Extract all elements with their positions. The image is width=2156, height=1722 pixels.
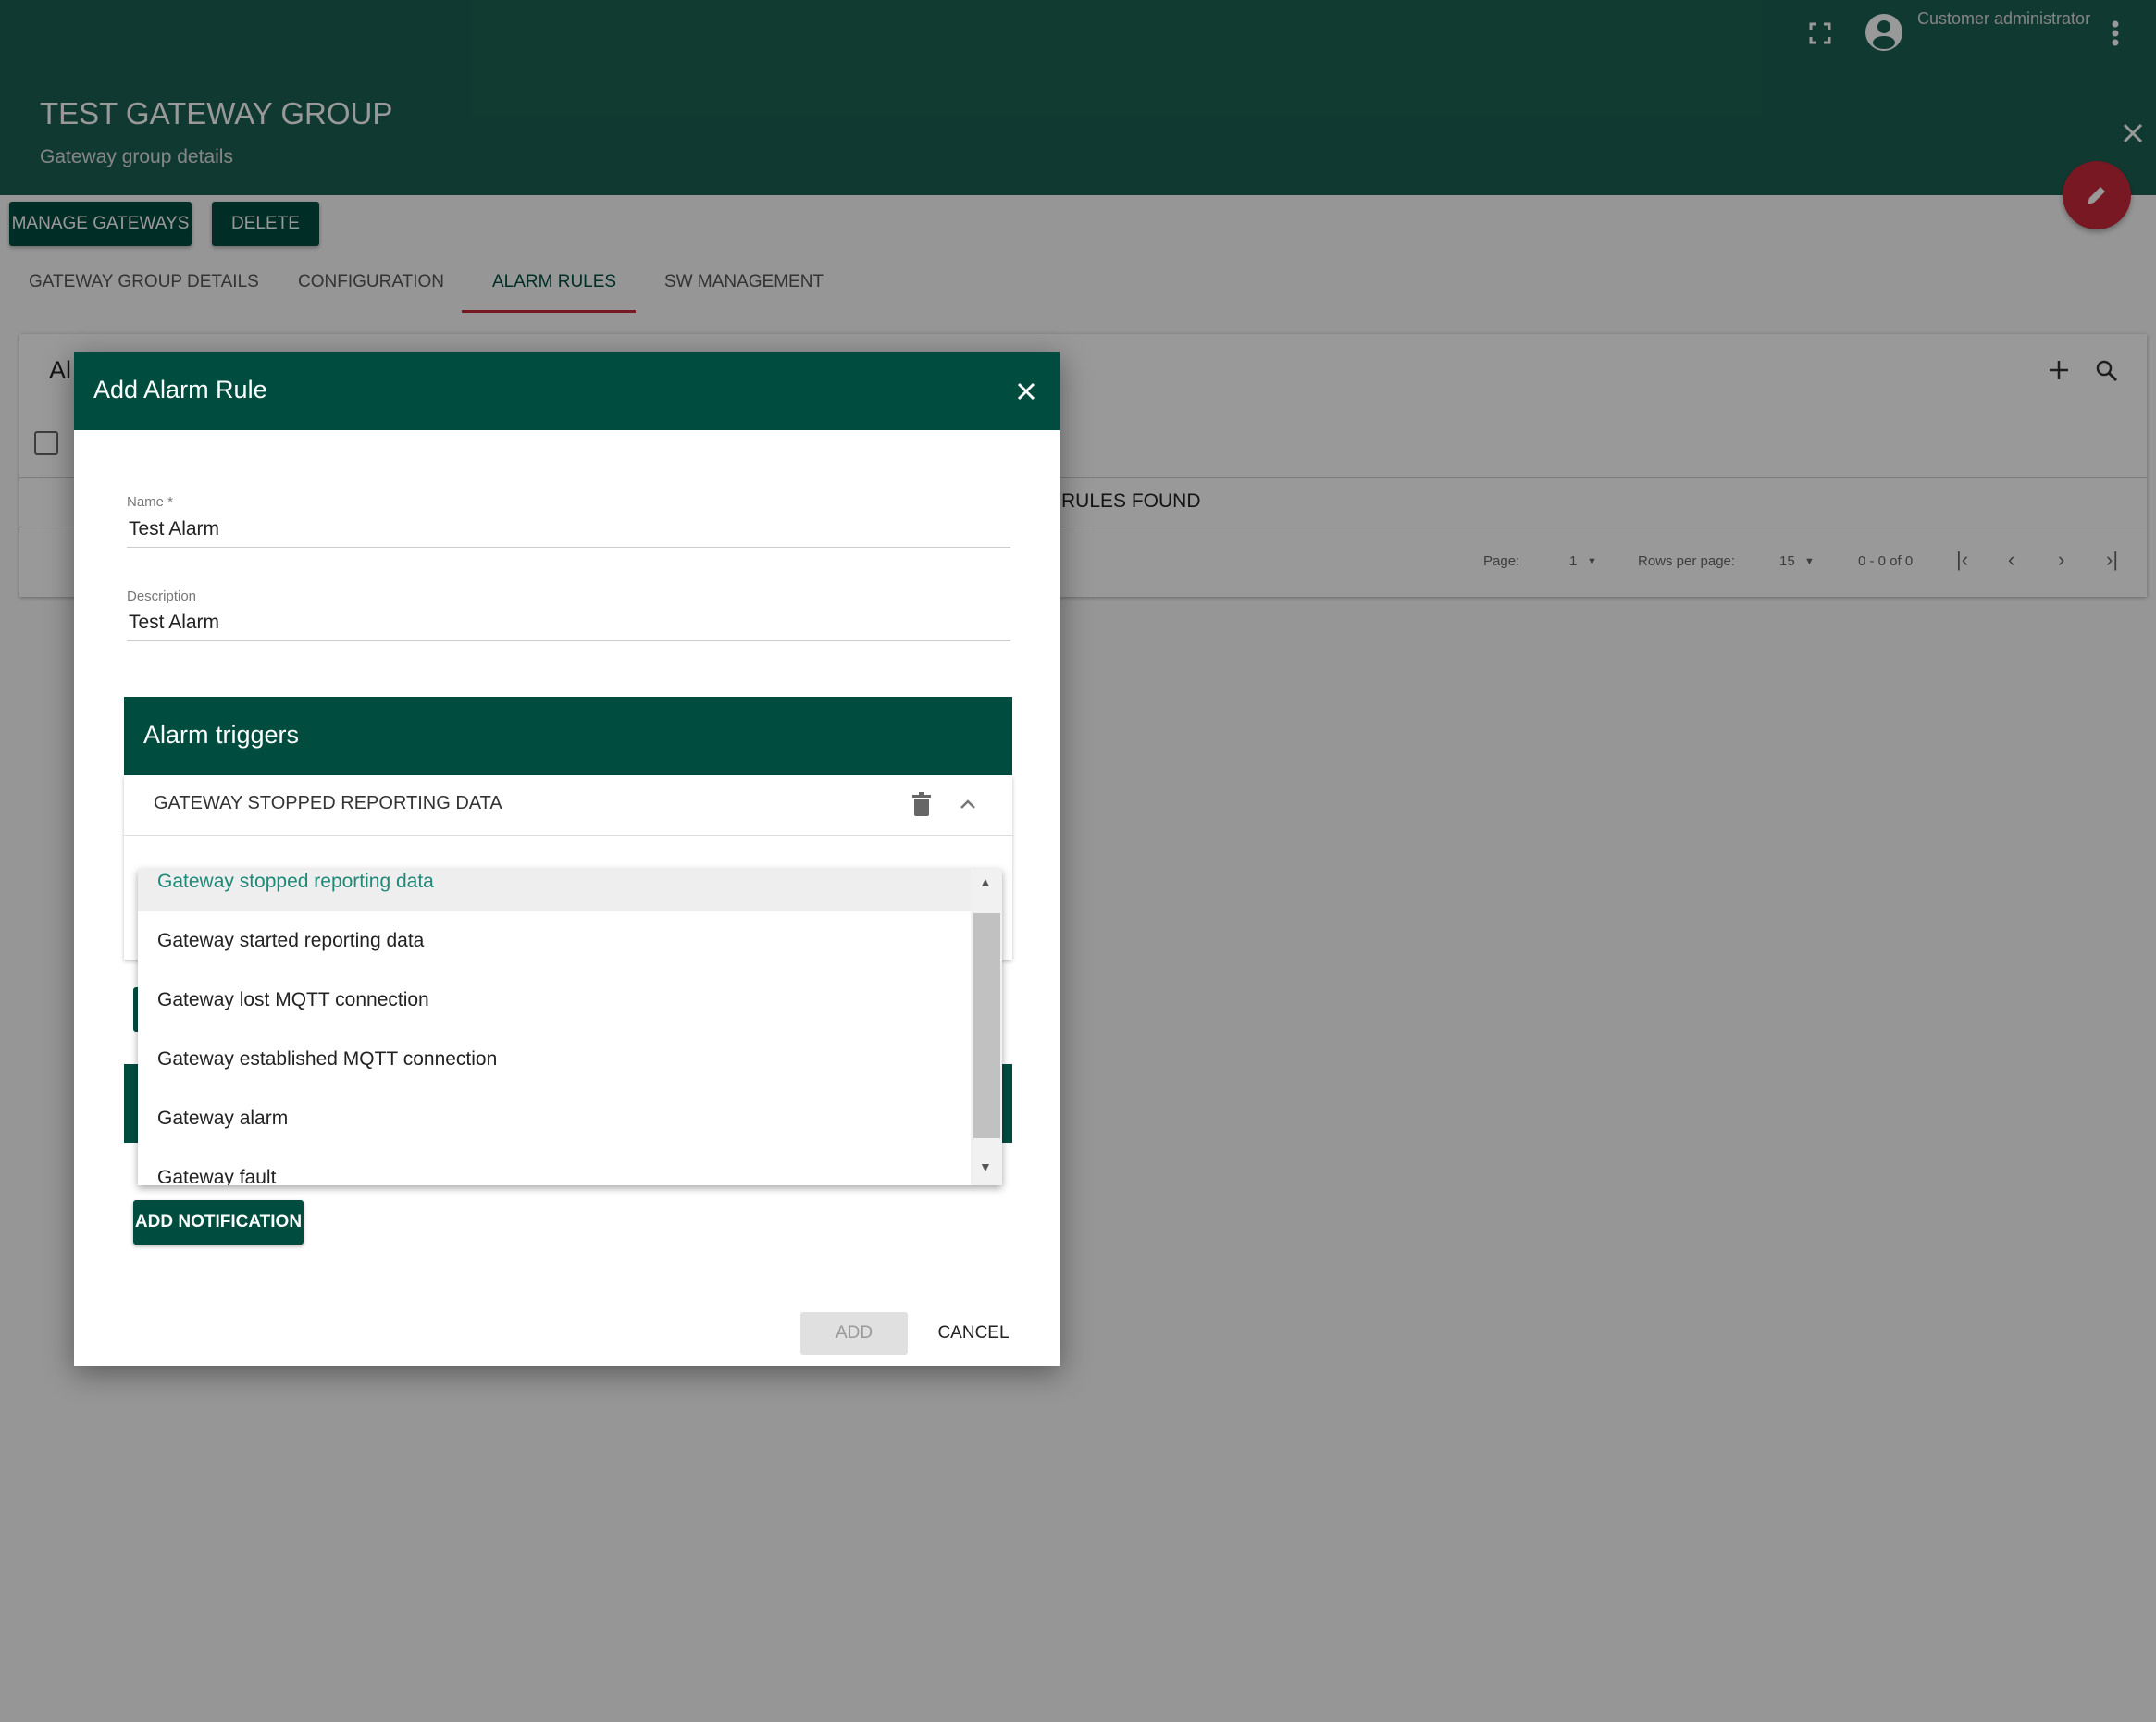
name-input[interactable]: Test Alarm	[129, 518, 219, 540]
add-alarm-rule-dialog: Add Alarm Rule Name * Test Alarm Descrip…	[74, 352, 1060, 1366]
description-label: Description	[127, 588, 197, 604]
add-button[interactable]: ADD	[800, 1312, 908, 1355]
option-selected[interactable]: Gateway stopped reporting data	[157, 871, 434, 893]
close-icon[interactable]	[1017, 382, 1035, 401]
description-underline	[127, 640, 1010, 641]
name-label: Name *	[127, 494, 174, 510]
option[interactable]: Gateway lost MQTT connection	[157, 989, 429, 1011]
scroll-down-icon[interactable]: ▼	[979, 1159, 992, 1174]
option[interactable]: Gateway started reporting data	[157, 930, 424, 952]
cancel-button[interactable]: CANCEL	[927, 1312, 1020, 1355]
trigger-type-dropdown[interactable]: Gateway stopped reporting data Gateway s…	[138, 869, 1002, 1185]
add-notification-button[interactable]: ADD NOTIFICATION	[133, 1200, 304, 1245]
divider	[124, 835, 1012, 836]
scroll-up-icon[interactable]: ▲	[979, 874, 992, 889]
scrollbar-thumb[interactable]	[973, 913, 1000, 1138]
description-input[interactable]: Test Alarm	[129, 612, 219, 634]
trigger-name[interactable]: GATEWAY STOPPED REPORTING DATA	[154, 793, 502, 814]
trash-icon[interactable]	[912, 792, 931, 816]
option[interactable]: Gateway fault	[157, 1167, 276, 1185]
option[interactable]: Gateway established MQTT connection	[157, 1048, 497, 1071]
chevron-up-icon[interactable]	[960, 799, 976, 810]
option[interactable]: Gateway alarm	[157, 1108, 288, 1130]
name-underline	[127, 547, 1010, 548]
dialog-title: Add Alarm Rule	[93, 376, 267, 403]
alarm-triggers-title: Alarm triggers	[143, 721, 300, 749]
